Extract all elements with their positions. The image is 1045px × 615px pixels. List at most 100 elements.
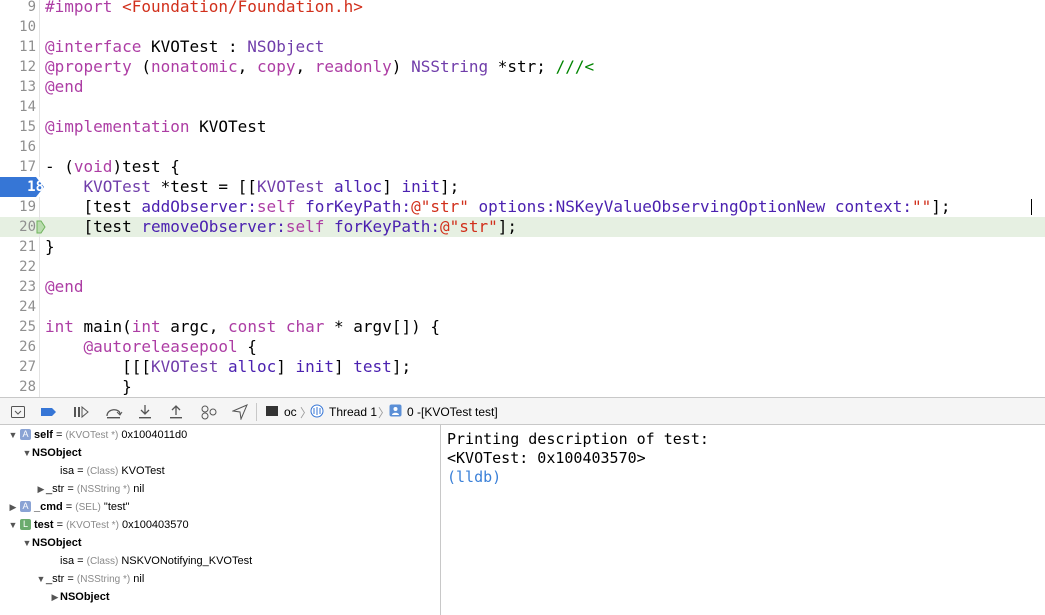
code-line[interactable]: 18 KVOTest *test = [[KVOTest alloc] init…	[0, 177, 1045, 197]
code-token: }	[45, 377, 132, 396]
line-number[interactable]: 26	[0, 337, 36, 357]
code-line[interactable]: 27 [[[KVOTest alloc] init] test];	[0, 357, 1045, 377]
code-line[interactable]: 17 - (void)test {	[0, 157, 1045, 177]
code-line[interactable]: 14	[0, 97, 1045, 117]
disclosure-expanded-icon[interactable]: ▼	[22, 444, 32, 462]
variable-name: _str	[46, 573, 65, 585]
breakpoints-toggle-icon[interactable]	[40, 404, 58, 420]
disclosure-expanded-icon[interactable]: ▼	[8, 516, 18, 534]
code-line[interactable]: 23 @end	[0, 277, 1045, 297]
disclosure-expanded-icon[interactable]: ▼	[8, 426, 18, 444]
code-token: ]	[276, 357, 296, 376]
line-number[interactable]: 20	[0, 217, 36, 237]
code-line[interactable]: 20 [test removeObserver:self forKeyPath:…	[0, 217, 1045, 237]
line-number-label: 19	[19, 199, 36, 215]
code-line[interactable]: 28 }	[0, 377, 1045, 397]
disclosure-collapsed-icon[interactable]: ▶	[8, 498, 18, 516]
code-token: alloc	[334, 177, 383, 196]
line-number[interactable]: 25	[0, 317, 36, 337]
continue-icon[interactable]	[72, 404, 90, 420]
code-token: char	[285, 317, 325, 336]
code-line[interactable]: 25 int main(int argc, const char * argv[]…	[0, 317, 1045, 337]
variable-row[interactable]: ▶ A _cmd = (SEL) "test"	[8, 498, 129, 516]
location-arrow-icon[interactable]	[232, 404, 248, 420]
disclosure-expanded-icon[interactable]: ▼	[22, 534, 32, 552]
line-number[interactable]: 23	[0, 277, 36, 297]
breakpoint-marker[interactable]: 18	[0, 177, 44, 197]
code-token: alloc	[228, 357, 277, 376]
code-line[interactable]: 15 @implementation KVOTest	[0, 117, 1045, 137]
code-token: options:	[478, 197, 556, 216]
code-line[interactable]: 21}	[0, 237, 1045, 257]
code-line[interactable]: 13 @end	[0, 77, 1045, 97]
line-number[interactable]: 15	[0, 117, 36, 137]
variable-row[interactable]: isa = (Class) KVOTest	[50, 462, 165, 480]
step-out-icon[interactable]	[168, 404, 184, 420]
variable-row[interactable]: ▼NSObject	[22, 444, 82, 462]
variable-row[interactable]: ▼NSObject	[22, 534, 82, 552]
hide-debug-area-icon[interactable]	[10, 404, 26, 420]
line-number[interactable]: 19	[0, 197, 36, 217]
console-output[interactable]: Printing description of test: <KVOTest: …	[441, 425, 1045, 615]
code-token: readonly	[314, 57, 392, 76]
view-hierarchy-icon[interactable]	[200, 404, 218, 420]
code-line[interactable]: 24	[0, 297, 1045, 317]
step-into-icon[interactable]	[137, 404, 153, 420]
code-line[interactable]: 9 #import <Foundation/Foundation.h>	[0, 0, 1045, 17]
code-token: @interface	[45, 37, 142, 56]
breadcrumb-thread[interactable]: Thread 1	[329, 404, 377, 420]
line-number[interactable]: 27	[0, 357, 36, 377]
code-text: }	[45, 377, 132, 397]
variable-row[interactable]: ▶ NSObject	[50, 588, 110, 606]
variable-row[interactable]: ▼ Ltest = (KVOTest *) 0x100403570	[8, 516, 189, 534]
line-number[interactable]: 9	[0, 0, 36, 17]
code-line[interactable]: 16	[0, 137, 1045, 157]
variable-row[interactable]: isa = (Class) NSKVONotifying_KVOTest	[50, 552, 252, 570]
line-number[interactable]: 14	[0, 97, 36, 117]
breadcrumb-frame[interactable]: 0 -[KVOTest test]	[407, 404, 498, 420]
code-line[interactable]: 12 @property (nonatomic, copy, readonly) …	[0, 57, 1045, 77]
variable-value: nil	[130, 573, 145, 585]
variable-name: _str	[46, 483, 65, 495]
code-line[interactable]: 10	[0, 17, 1045, 37]
line-number[interactable]: 22	[0, 257, 36, 277]
gutter-separator	[39, 257, 40, 277]
code-token: copy	[256, 57, 296, 76]
step-over-icon[interactable]	[105, 404, 123, 420]
code-token: NSObject	[247, 37, 325, 56]
gutter-separator	[39, 197, 40, 217]
variable-row[interactable]: ▼ Aself = (KVOTest *) 0x1004011d0	[8, 426, 187, 444]
code-token: KVOTest :	[141, 37, 248, 56]
variables-view[interactable]: ▼ Aself = (KVOTest *) 0x1004011d0 ▼NSObjec…	[0, 425, 441, 615]
variable-name: NSObject	[32, 537, 82, 549]
code-text: @property (nonatomic, copy, readonly) NS…	[45, 57, 594, 77]
variable-type: (SEL)	[75, 502, 101, 513]
lldb-prompt[interactable]: (lldb)	[447, 468, 1045, 487]
code-line[interactable]: 11 @interface KVOTest : NSObject	[0, 37, 1045, 57]
code-line[interactable]: 19 [test addObserver:self forKeyPath:@"s…	[0, 197, 1045, 217]
disclosure-collapsed-icon[interactable]: ▶	[36, 480, 46, 498]
line-number[interactable]: 21	[0, 237, 36, 257]
line-number[interactable]: 11	[0, 37, 36, 57]
code-token: self	[256, 197, 296, 216]
line-number[interactable]: 17	[0, 157, 36, 177]
disclosure-collapsed-icon[interactable]: ▶	[50, 588, 60, 606]
line-number[interactable]: 10	[0, 17, 36, 37]
code-token: context:	[834, 197, 912, 216]
code-token: ]	[334, 357, 354, 376]
line-number[interactable]: 13	[0, 77, 36, 97]
breadcrumb-target[interactable]: oc	[284, 404, 297, 420]
line-number[interactable]: 12	[0, 57, 36, 77]
line-number[interactable]: 28	[0, 377, 36, 397]
line-number[interactable]: 16	[0, 137, 36, 157]
line-number[interactable]: 24	[0, 297, 36, 317]
code-line[interactable]: 26 @autoreleasepool {	[0, 337, 1045, 357]
variable-type: (Class)	[86, 556, 119, 567]
code-line[interactable]: 22	[0, 257, 1045, 277]
code-token: ];	[439, 177, 460, 196]
local-variable-icon: L	[20, 518, 31, 530]
disclosure-expanded-icon[interactable]: ▼	[36, 570, 46, 588]
variable-row[interactable]: ▼_str = (NSString *) nil	[36, 570, 145, 588]
variable-row[interactable]: ▶ _str = (NSString *) nil	[36, 480, 145, 498]
source-editor[interactable]: 9 #import <Foundation/Foundation.h> 10 11 @i…	[0, 0, 1045, 397]
